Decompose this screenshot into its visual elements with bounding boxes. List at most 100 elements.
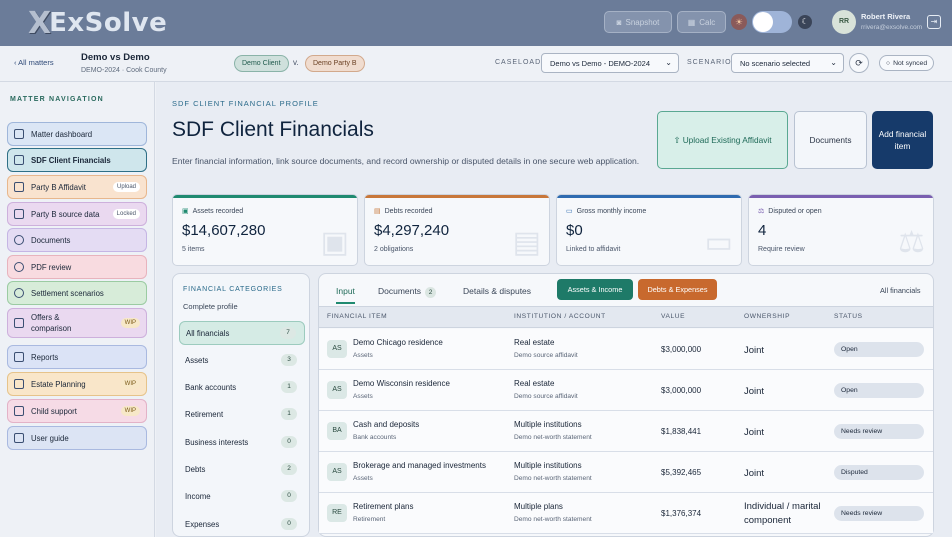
row-institution: Multiple plans	[514, 502, 563, 511]
stat-watermark-icon: ⚖	[898, 226, 925, 259]
sidebar-item-9[interactable]: Estate Planning WIP	[7, 372, 147, 396]
tab-documents[interactable]: Documents 2	[378, 286, 436, 298]
row-ownership: Joint	[744, 427, 765, 438]
case-title: Demo vs Demo	[81, 52, 150, 63]
category-count: 1	[281, 408, 297, 420]
tab-input[interactable]: Input	[336, 286, 355, 304]
nav-item-icon	[14, 379, 24, 389]
stat-label: Debts recorded	[384, 207, 433, 215]
row-source: Demo net-worth statement	[514, 434, 592, 441]
nav-item-icon	[14, 262, 24, 272]
category-label: Business interests	[185, 437, 249, 447]
stat-note: 2 obligations	[374, 246, 414, 253]
row-item-category: Assets	[353, 393, 373, 400]
filter-assets-button[interactable]: Assets & Income	[557, 279, 633, 300]
nav-item-icon	[14, 235, 24, 245]
stat-label-row: ▣ Assets recorded	[182, 207, 244, 216]
sidebar-item-label: Party B Affidavit	[31, 182, 86, 192]
row-item-name: Cash and deposits	[353, 420, 420, 429]
sidebar-item-0[interactable]: Matter dashboard	[7, 122, 147, 146]
stat-icon: ▤	[374, 208, 381, 215]
stat-card: ▤ Debts recorded $4,297,240 2 obligations ▤	[364, 194, 550, 266]
sidebar-item-11[interactable]: User guide	[7, 426, 147, 450]
stat-watermark-icon: ▣	[320, 226, 349, 259]
filter-debts-button[interactable]: Debts & Expenses	[638, 279, 717, 300]
sidebar-item-6[interactable]: Settlement scenarios	[7, 281, 147, 305]
sidebar-item-label: SDF Client Financials	[31, 155, 111, 165]
row-value: $3,000,000	[661, 345, 702, 354]
all-financials-link[interactable]: All financials	[880, 286, 921, 295]
nav-item-icon	[14, 433, 24, 443]
sidebar-item-label: Child support	[31, 406, 77, 416]
calc-label: Calc	[699, 17, 716, 27]
nav-item-icon	[14, 406, 24, 416]
sidebar-item-1[interactable]: SDF Client Financials	[7, 148, 147, 172]
row-institution: Multiple institutions	[514, 461, 582, 470]
row-source: Demo net-worth statement	[514, 516, 592, 523]
sidebar-item-8[interactable]: Reports	[7, 345, 147, 369]
add-financial-item-button[interactable]: Add financial item	[872, 111, 933, 169]
user-email: rrivera@exsolve.com	[861, 24, 923, 31]
category-item[interactable]: Business interests 0	[179, 430, 305, 454]
sidebar-item-label: Matter dashboard	[31, 129, 93, 139]
row-ownership: Joint	[744, 345, 765, 356]
sidebar-item-2[interactable]: Party B Affidavit Upload	[7, 175, 147, 199]
category-item[interactable]: All financials 7	[179, 321, 305, 345]
stat-note: Linked to affidavit	[566, 246, 621, 253]
refresh-button[interactable]: ⟳	[849, 53, 869, 73]
app-logo[interactable]: X ExSolve	[28, 5, 167, 41]
status-badge: Needs review	[834, 506, 924, 521]
row-item-category: Assets	[353, 352, 373, 359]
sidebar-item-3[interactable]: Party B source data Locked	[7, 202, 147, 226]
row-item-name: Brokerage and managed investments	[353, 461, 486, 470]
page-eyebrow: SDF CLIENT FINANCIAL PROFILE	[172, 99, 319, 108]
row-initials: RE	[327, 504, 347, 522]
caseload-select[interactable]: Demo vs Demo - DEMO-2024 ⌄	[541, 53, 679, 73]
status-badge: Needs review	[834, 424, 924, 439]
nav-item-icon	[14, 182, 24, 192]
category-item[interactable]: Bank accounts 1	[179, 375, 305, 399]
avatar[interactable]: RR	[832, 10, 856, 34]
sidebar-item-badge: Locked	[112, 209, 140, 219]
category-label: Debts	[185, 464, 206, 474]
header-ownership: OWNERSHIP	[744, 313, 791, 320]
all-matters-link[interactable]: ‹ All matters	[14, 58, 54, 67]
row-ownership: Joint	[744, 386, 765, 397]
row-source: Demo source affidavit	[514, 352, 578, 359]
moon-icon: ☾	[798, 15, 812, 29]
logo-mark: X	[28, 5, 51, 41]
scenario-select[interactable]: No scenario selected ⌄	[731, 53, 844, 73]
row-value: $1,838,441	[661, 427, 702, 436]
category-item[interactable]: Assets 3	[179, 348, 305, 372]
vs-label: v.	[293, 58, 299, 67]
sidebar-item-4[interactable]: Documents	[7, 228, 147, 252]
party-b-chip[interactable]: Demo Party B	[305, 55, 365, 72]
nav-item-icon	[14, 288, 24, 298]
sync-status: ○ Not synced	[879, 55, 935, 71]
sidebar-item-label: User guide	[31, 433, 69, 443]
documents-button[interactable]: Documents	[794, 111, 867, 169]
sidebar-title: MATTER NAVIGATION	[10, 96, 104, 103]
category-label: All financials	[186, 328, 230, 338]
category-item[interactable]: Retirement 1	[179, 402, 305, 426]
category-item[interactable]: Income 0	[179, 484, 305, 508]
category-item[interactable]: Expenses 0	[179, 512, 305, 536]
sidebar-item-5[interactable]: PDF review	[7, 255, 147, 279]
sidebar-item-label: Party B source data	[31, 209, 100, 219]
upload-affidavit-button[interactable]: ⇧ Upload Existing Affidavit	[657, 111, 788, 169]
category-label: Bank accounts	[185, 382, 237, 392]
stat-label: Assets recorded	[192, 207, 244, 215]
calc-button[interactable]: ▦ Calc	[677, 11, 726, 33]
party-a-chip[interactable]: Demo Client	[234, 55, 289, 72]
sidebar-item-10[interactable]: Child support WIP	[7, 399, 147, 423]
user-name: Robert Rivera	[861, 12, 911, 21]
categories-subtitle: Complete profile	[183, 302, 238, 311]
exit-icon[interactable]: ⇥	[927, 15, 941, 29]
sidebar-item-7[interactable]: Offers & comparison WIP	[7, 308, 147, 338]
row-initials: AS	[327, 381, 347, 399]
theme-toggle[interactable]	[752, 11, 792, 33]
tab-details[interactable]: Details & disputes	[463, 286, 531, 296]
category-item[interactable]: Debts 2	[179, 457, 305, 481]
row-ownership: Joint	[744, 468, 765, 479]
snapshot-button[interactable]: ◙ Snapshot	[604, 11, 672, 33]
